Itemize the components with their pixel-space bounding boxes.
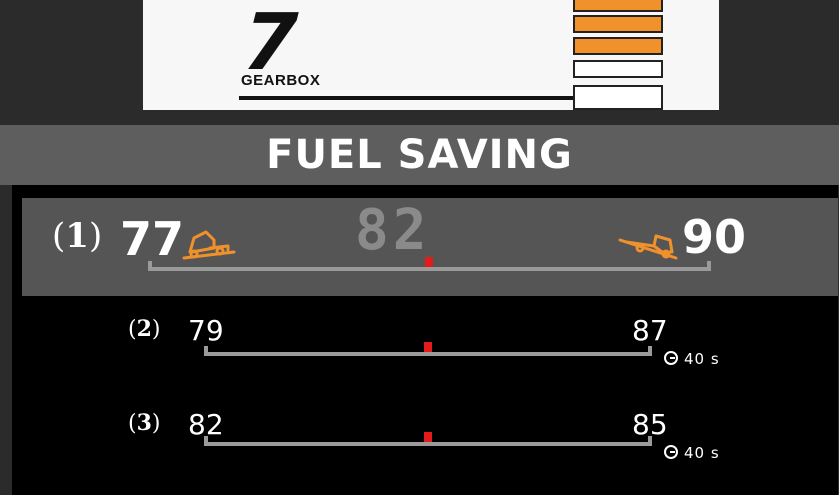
row2-bar-end-cap <box>648 346 652 356</box>
row1-min-value: 77 <box>120 212 185 266</box>
gearbox-label: GEARBOX <box>241 72 321 89</box>
row2-timer: 40 s <box>684 350 720 368</box>
gear-level-3 <box>573 37 663 55</box>
row3-position-marker <box>424 432 432 442</box>
fuel-saving-header: FUEL SAVING <box>0 125 839 185</box>
row1-bar-start-cap <box>148 261 152 271</box>
row1-range-bar <box>148 267 711 271</box>
gear-number: 7 <box>231 0 309 88</box>
gear-level-2 <box>573 15 663 33</box>
row3-bar-end-cap <box>648 436 652 446</box>
row3-bar-start-cap <box>204 436 208 446</box>
row2-range-bar <box>204 352 652 356</box>
gearbox-panel: 7 GEARBOX <box>0 0 839 125</box>
truck-downhill-icon <box>618 234 678 260</box>
gear-level-5 <box>573 85 663 110</box>
row3-timer: 40 s <box>684 444 720 462</box>
row2-position-marker <box>424 342 432 352</box>
gear-level-4 <box>573 60 663 78</box>
truck-uphill-icon <box>182 230 236 260</box>
fuel-saving-title: FUEL SAVING <box>266 132 573 178</box>
row2-max-value: 87 <box>632 314 668 347</box>
row1-bar-end-cap <box>707 261 711 271</box>
timer-icon <box>664 351 678 365</box>
current-value-display: 82 <box>355 198 431 263</box>
gearbox-underline <box>239 96 573 100</box>
row2-bar-start-cap <box>204 346 208 356</box>
laurel-rank-icon: (3) <box>128 410 161 436</box>
row1-max-value: 90 <box>682 210 747 264</box>
laurel-rank-icon: (1) <box>52 216 103 256</box>
laurel-rank-icon: (2) <box>128 316 161 342</box>
gear-level-1 <box>573 0 663 12</box>
row3-range-bar <box>204 442 652 446</box>
gearbox-card: 7 GEARBOX <box>143 0 719 110</box>
row1-position-marker <box>425 257 433 267</box>
row2-min-value: 79 <box>188 314 224 347</box>
timer-icon <box>664 445 678 459</box>
